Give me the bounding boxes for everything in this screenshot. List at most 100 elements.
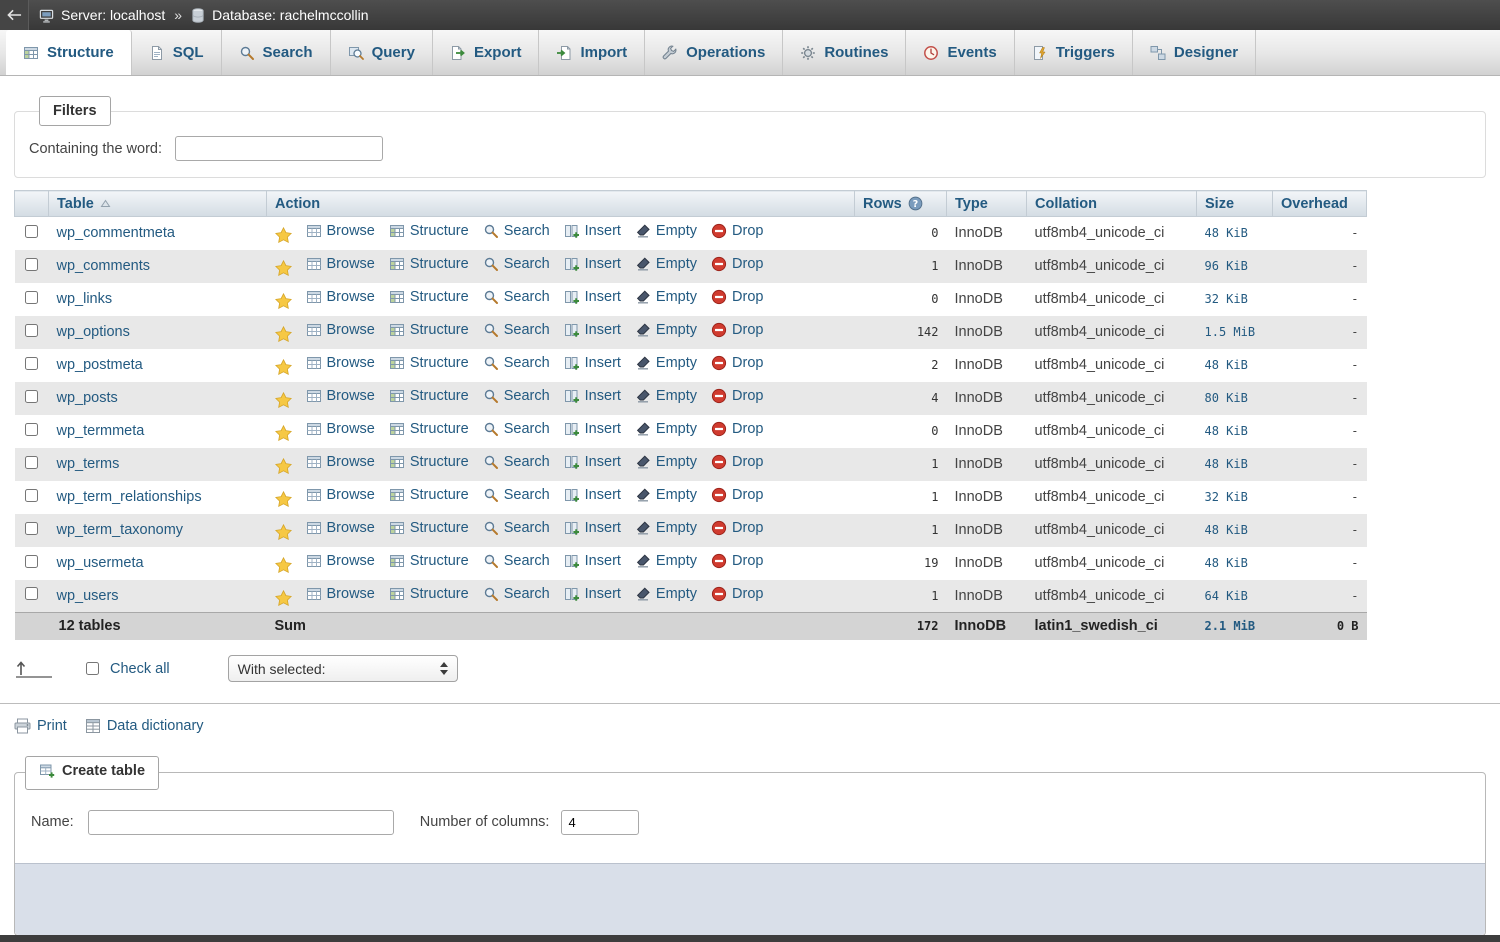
structure-link[interactable]: Structure — [389, 487, 469, 503]
drop-link[interactable]: Drop — [711, 586, 763, 602]
structure-link[interactable]: Structure — [389, 223, 469, 239]
insert-link[interactable]: Insert — [564, 355, 621, 371]
insert-link[interactable]: Insert — [564, 520, 621, 536]
check-all-label[interactable]: Check all — [110, 661, 170, 677]
browse-link[interactable]: Browse — [306, 421, 375, 437]
tab-export[interactable]: Export — [433, 30, 540, 75]
row-checkbox[interactable] — [25, 225, 38, 238]
print-link[interactable]: Print — [37, 718, 67, 734]
empty-link[interactable]: Empty — [635, 289, 697, 305]
row-checkbox[interactable] — [25, 555, 38, 568]
table-name-link[interactable]: wp_posts — [57, 390, 118, 406]
help-icon[interactable]: ? — [908, 196, 923, 211]
drop-link[interactable]: Drop — [711, 454, 763, 470]
table-name-link[interactable]: wp_options — [57, 324, 130, 340]
favorite-star-icon[interactable] — [275, 590, 292, 606]
drop-link[interactable]: Drop — [711, 520, 763, 536]
drop-link[interactable]: Drop — [711, 388, 763, 404]
structure-link[interactable]: Structure — [389, 289, 469, 305]
row-checkbox[interactable] — [25, 423, 38, 436]
drop-link[interactable]: Drop — [711, 322, 763, 338]
row-checkbox[interactable] — [25, 357, 38, 370]
tab-query[interactable]: Query — [331, 30, 433, 75]
check-all-checkbox[interactable] — [86, 662, 99, 675]
favorite-star-icon[interactable] — [275, 458, 292, 474]
filter-word-input[interactable] — [175, 136, 383, 161]
search-link[interactable]: Search — [483, 520, 550, 536]
empty-link[interactable]: Empty — [635, 553, 697, 569]
browse-link[interactable]: Browse — [306, 454, 375, 470]
row-checkbox[interactable] — [25, 291, 38, 304]
drop-link[interactable]: Drop — [711, 487, 763, 503]
table-name-input[interactable] — [88, 810, 394, 835]
insert-link[interactable]: Insert — [564, 487, 621, 503]
drop-link[interactable]: Drop — [711, 223, 763, 239]
structure-link[interactable]: Structure — [389, 454, 469, 470]
row-checkbox[interactable] — [25, 456, 38, 469]
drop-link[interactable]: Drop — [711, 256, 763, 272]
structure-link[interactable]: Structure — [389, 421, 469, 437]
row-checkbox[interactable] — [25, 489, 38, 502]
header-size[interactable]: Size — [1197, 191, 1273, 217]
browse-link[interactable]: Browse — [306, 289, 375, 305]
favorite-star-icon[interactable] — [275, 293, 292, 309]
structure-link[interactable]: Structure — [389, 256, 469, 272]
browse-link[interactable]: Browse — [306, 223, 375, 239]
empty-link[interactable]: Empty — [635, 586, 697, 602]
table-name-link[interactable]: wp_users — [57, 588, 119, 604]
empty-link[interactable]: Empty — [635, 322, 697, 338]
insert-link[interactable]: Insert — [564, 223, 621, 239]
search-link[interactable]: Search — [483, 454, 550, 470]
favorite-star-icon[interactable] — [275, 227, 292, 243]
tab-operations[interactable]: Operations — [645, 30, 783, 75]
insert-link[interactable]: Insert — [564, 421, 621, 437]
breadcrumb-server-link[interactable]: Server: localhost — [61, 7, 165, 23]
empty-link[interactable]: Empty — [635, 421, 697, 437]
insert-link[interactable]: Insert — [564, 388, 621, 404]
table-name-link[interactable]: wp_postmeta — [57, 357, 143, 373]
sort-arrow-icon[interactable] — [100, 199, 111, 208]
search-link[interactable]: Search — [483, 553, 550, 569]
empty-link[interactable]: Empty — [635, 223, 697, 239]
browse-link[interactable]: Browse — [306, 388, 375, 404]
favorite-star-icon[interactable] — [275, 524, 292, 540]
empty-link[interactable]: Empty — [635, 355, 697, 371]
header-table[interactable]: Table — [49, 191, 267, 217]
header-overhead[interactable]: Overhead — [1273, 191, 1367, 217]
favorite-star-icon[interactable] — [275, 326, 292, 342]
empty-link[interactable]: Empty — [635, 487, 697, 503]
tab-triggers[interactable]: Triggers — [1015, 30, 1133, 75]
search-link[interactable]: Search — [483, 223, 550, 239]
empty-link[interactable]: Empty — [635, 520, 697, 536]
search-link[interactable]: Search — [483, 388, 550, 404]
table-name-link[interactable]: wp_term_relationships — [57, 489, 202, 505]
row-checkbox[interactable] — [25, 324, 38, 337]
table-name-link[interactable]: wp_comments — [57, 258, 150, 274]
browse-link[interactable]: Browse — [306, 355, 375, 371]
tab-routines[interactable]: Routines — [783, 30, 906, 75]
header-rows[interactable]: Rows ? — [855, 191, 947, 217]
structure-link[interactable]: Structure — [389, 322, 469, 338]
drop-link[interactable]: Drop — [711, 355, 763, 371]
breadcrumb-database-link[interactable]: Database: rachelmccollin — [212, 7, 368, 23]
structure-link[interactable]: Structure — [389, 355, 469, 371]
table-name-link[interactable]: wp_links — [57, 291, 113, 307]
back-button[interactable] — [0, 0, 29, 30]
structure-link[interactable]: Structure — [389, 388, 469, 404]
tab-designer[interactable]: Designer — [1133, 30, 1256, 75]
table-name-link[interactable]: wp_terms — [57, 456, 120, 472]
drop-link[interactable]: Drop — [711, 289, 763, 305]
tab-structure[interactable]: Structure — [6, 30, 132, 75]
tab-search[interactable]: Search — [222, 30, 331, 75]
row-checkbox[interactable] — [25, 522, 38, 535]
browse-link[interactable]: Browse — [306, 586, 375, 602]
empty-link[interactable]: Empty — [635, 388, 697, 404]
search-link[interactable]: Search — [483, 289, 550, 305]
columns-count-input[interactable] — [561, 810, 639, 835]
with-selected-dropdown[interactable]: With selected: — [228, 655, 458, 682]
table-name-link[interactable]: wp_term_taxonomy — [57, 522, 184, 538]
table-name-link[interactable]: wp_termmeta — [57, 423, 145, 439]
insert-link[interactable]: Insert — [564, 586, 621, 602]
header-collation[interactable]: Collation — [1027, 191, 1197, 217]
favorite-star-icon[interactable] — [275, 260, 292, 276]
